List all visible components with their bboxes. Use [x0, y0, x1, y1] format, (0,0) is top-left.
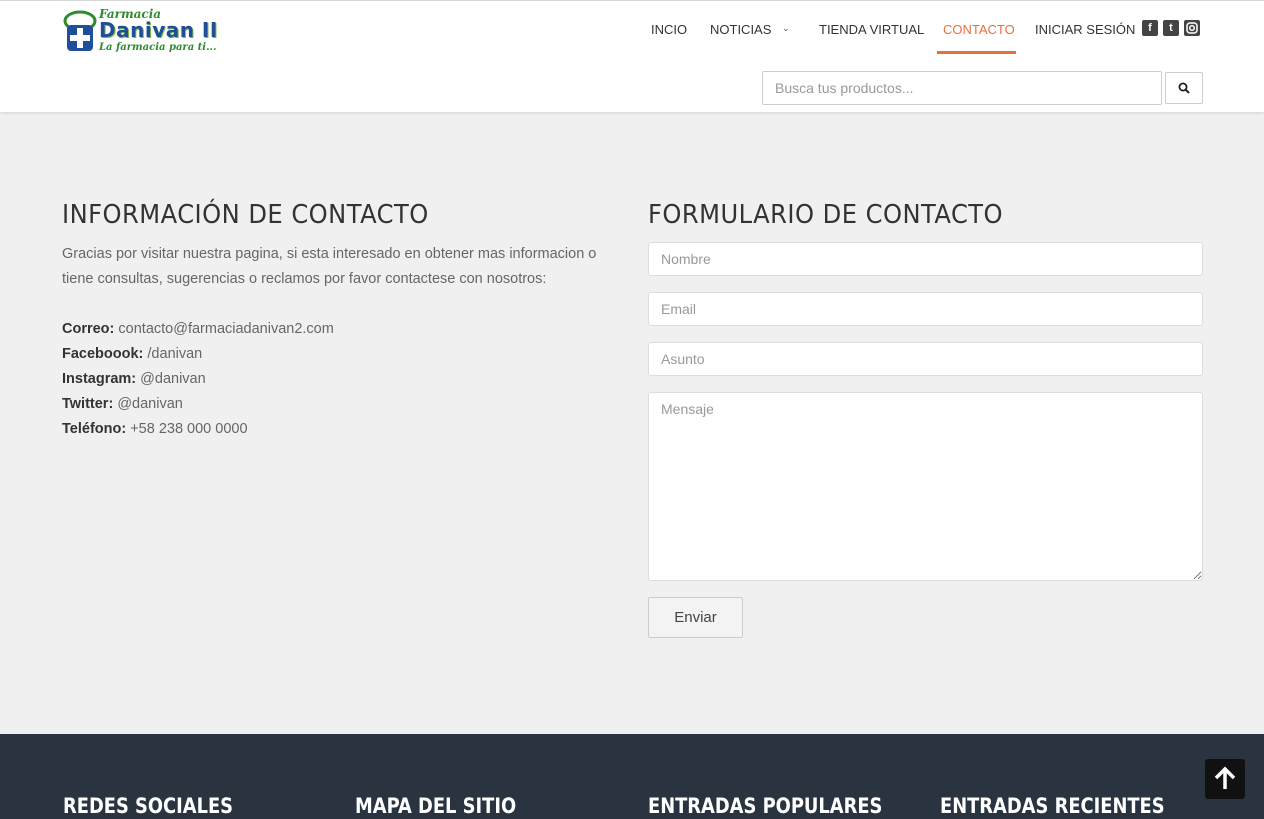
twitter-icon[interactable]: t [1163, 20, 1179, 36]
nav-item-inicio[interactable]: INCIO [651, 21, 687, 39]
site-header: Farmacia Danivan II La farmacia para ti.… [0, 0, 1264, 112]
footer-title-mapa-del-sitio: MAPA DEL SITIO [355, 794, 517, 818]
nav-item-noticias[interactable]: NOTICIAS [710, 21, 771, 39]
site-footer: REDES SOCIALES MAPA DEL SITIO ENTRADAS P… [0, 734, 1264, 819]
logo-brand: Danivan II [99, 18, 218, 42]
contact-label: Correo: [62, 321, 115, 337]
footer-title-entradas-recientes: ENTRADAS RECIENTES [940, 794, 1165, 818]
search-button[interactable] [1165, 72, 1203, 104]
contact-form-title: FORMULARIO DE CONTACTO [648, 200, 1004, 230]
footer-title-entradas-populares: ENTRADAS POPULARES [648, 794, 883, 818]
pharmacy-cross-icon [63, 10, 97, 51]
contact-item-email: Correo: contacto@farmaciadanivan2.com [62, 317, 334, 342]
nav-item-contacto[interactable]: CONTACTO [943, 21, 1015, 39]
contact-info-title: INFORMACIÓN DE CONTACTO [62, 200, 429, 230]
contact-label: Twitter: [62, 396, 114, 412]
nav-item-tienda-virtual[interactable]: TIENDA VIRTUAL [819, 21, 924, 39]
contact-value: contacto@farmaciadanivan2.com [118, 321, 334, 337]
contact-details-list: Correo: contacto@farmaciadanivan2.com Fa… [62, 317, 334, 442]
contact-value: @danivan [117, 396, 183, 412]
message-field[interactable] [648, 392, 1203, 581]
subject-field[interactable] [648, 342, 1203, 376]
contact-value: /danivan [147, 346, 203, 362]
site-logo[interactable]: Farmacia Danivan II La farmacia para ti.… [63, 7, 223, 57]
contact-item-twitter: Twitter: @danivan [62, 392, 334, 417]
contact-value: @danivan [140, 371, 206, 387]
email-field[interactable] [648, 292, 1203, 326]
search-input[interactable] [762, 71, 1162, 105]
contact-label: Faceboook: [62, 346, 144, 362]
contact-label: Teléfono: [62, 421, 127, 437]
arrow-up-icon [1214, 766, 1236, 789]
send-button[interactable]: Enviar [648, 597, 743, 638]
active-nav-indicator [937, 51, 1016, 54]
chevron-down-icon[interactable]: ⌄ [782, 24, 790, 34]
contact-item-phone: Teléfono: +58 238 000 0000 [62, 417, 334, 442]
contact-item-facebook: Faceboook: /danivan [62, 342, 334, 367]
nav-item-iniciar-sesion[interactable]: INICIAR SESIÓN [1035, 21, 1135, 39]
name-field[interactable] [648, 242, 1203, 276]
instagram-icon[interactable] [1184, 20, 1200, 36]
contact-value: +58 238 000 0000 [130, 421, 248, 437]
logo-tagline: La farmacia para ti... [99, 42, 217, 53]
footer-title-redes-sociales: REDES SOCIALES [63, 794, 234, 818]
contact-label: Instagram: [62, 371, 137, 387]
facebook-icon[interactable]: f [1142, 20, 1158, 36]
contact-intro-text: Gracias por visitar nuestra pagina, si e… [62, 246, 597, 287]
search-icon [1178, 82, 1190, 94]
back-to-top-button[interactable] [1205, 759, 1245, 799]
contact-item-instagram: Instagram: @danivan [62, 367, 334, 392]
